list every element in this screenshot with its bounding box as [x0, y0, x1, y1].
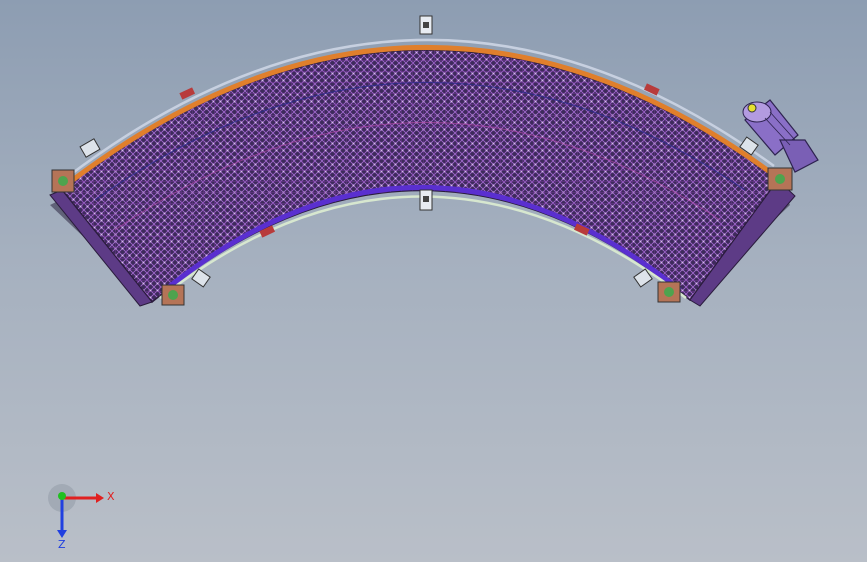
- left-inner-sprocket[interactable]: [161, 284, 185, 306]
- inner-center-bracket[interactable]: [419, 189, 433, 211]
- x-axis-arrow: [96, 493, 104, 503]
- z-axis-label: Z: [58, 538, 66, 550]
- x-axis-label: X: [107, 490, 115, 503]
- cad-viewport[interactable]: X Y Z: [0, 0, 867, 562]
- belt-overlay-pattern: [62, 49, 778, 302]
- y-axis-dot: [58, 492, 66, 500]
- coordinate-triad: X Y Z: [48, 484, 115, 550]
- right-inner-sprocket[interactable]: [657, 281, 681, 303]
- z-axis-arrow: [57, 530, 67, 538]
- conveyor-model[interactable]: [0, 0, 867, 562]
- left-end-sprocket[interactable]: [51, 169, 75, 193]
- right-end-sprocket[interactable]: [767, 167, 793, 191]
- top-bracket[interactable]: [419, 15, 433, 35]
